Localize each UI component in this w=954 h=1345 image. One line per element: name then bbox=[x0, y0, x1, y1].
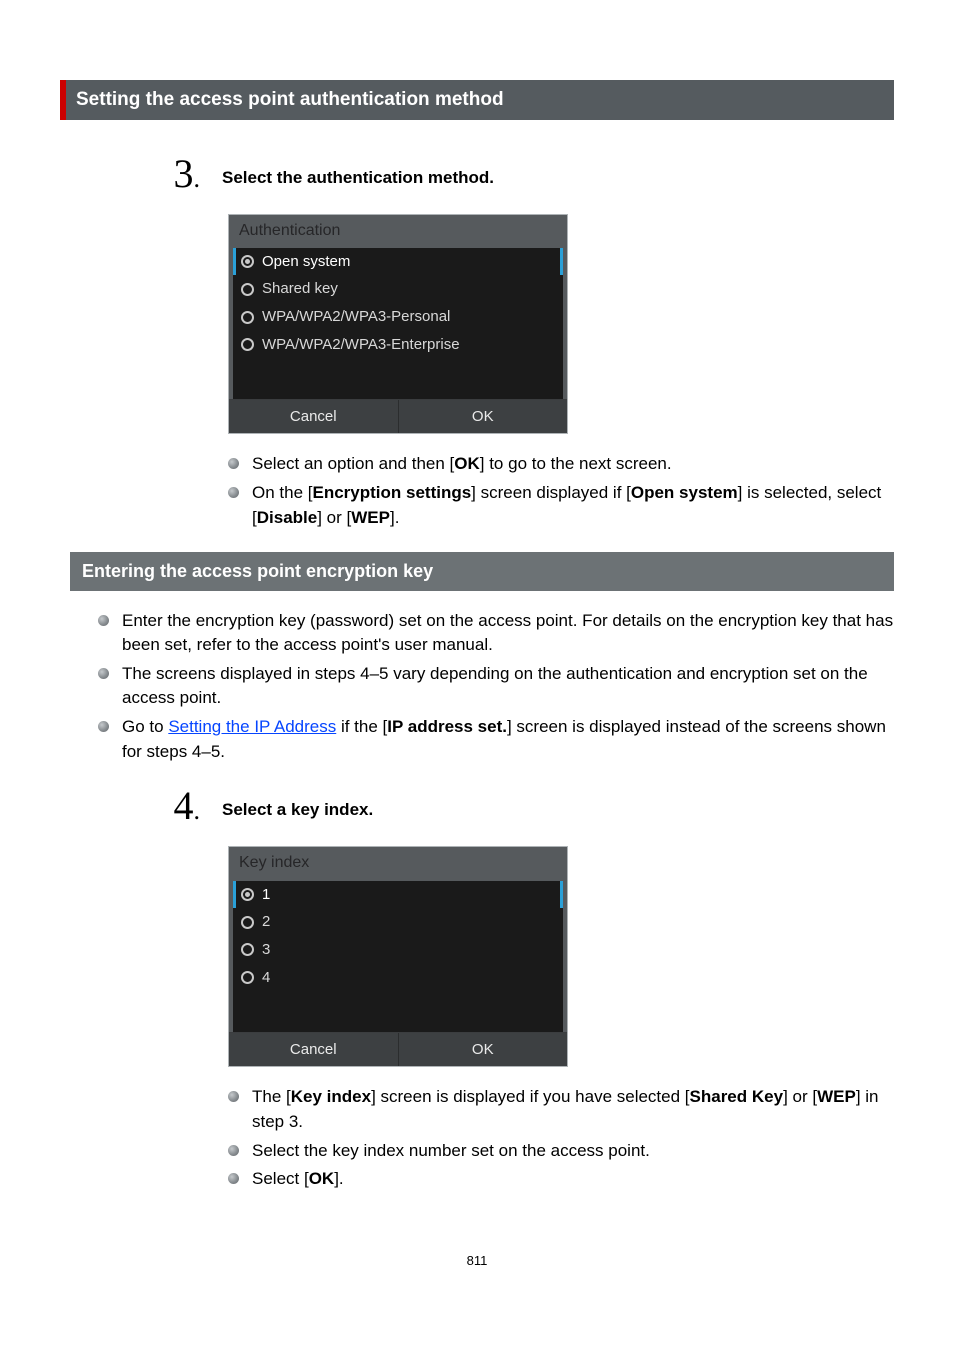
auth-option-enterprise[interactable]: WPA/WPA2/WPA3-Enterprise bbox=[233, 331, 563, 359]
step3-bullets: Select an option and then [OK] to go to … bbox=[228, 452, 894, 530]
link-setting-ip-address[interactable]: Setting the IP Address bbox=[168, 717, 336, 736]
key-index-option-4[interactable]: 4 bbox=[233, 964, 563, 992]
list-item: On the [Encryption settings] screen disp… bbox=[228, 481, 894, 530]
list-item: Enter the encryption key (password) set … bbox=[98, 609, 894, 658]
radio-icon bbox=[241, 943, 254, 956]
ok-button[interactable]: OK bbox=[398, 1033, 568, 1067]
step-number: 4. bbox=[170, 786, 200, 826]
step-title: Select a key index. bbox=[222, 792, 373, 823]
sub-heading-encryption-key: Entering the access point encryption key bbox=[70, 552, 894, 590]
radio-icon bbox=[241, 971, 254, 984]
key-index-option-2[interactable]: 2 bbox=[233, 908, 563, 936]
list-item: Select an option and then [OK] to go to … bbox=[228, 452, 894, 477]
key-index-option-1[interactable]: 1 bbox=[233, 881, 563, 909]
page-number: 811 bbox=[60, 1252, 894, 1271]
step-title: Select the authentication method. bbox=[222, 160, 494, 191]
option-label: Open system bbox=[262, 251, 350, 273]
auth-option-personal[interactable]: WPA/WPA2/WPA3-Personal bbox=[233, 303, 563, 331]
option-label: Shared key bbox=[262, 278, 338, 300]
radio-icon bbox=[241, 888, 254, 901]
option-label: 3 bbox=[262, 939, 270, 961]
radio-icon bbox=[241, 283, 254, 296]
step-number: 3. bbox=[170, 154, 200, 194]
cancel-button[interactable]: Cancel bbox=[229, 400, 398, 434]
list-item: Go to Setting the IP Address if the [IP … bbox=[98, 715, 894, 764]
ok-button[interactable]: OK bbox=[398, 400, 568, 434]
authentication-screenshot: Authentication Open system Shared key WP… bbox=[228, 214, 568, 435]
auth-option-shared[interactable]: Shared key bbox=[233, 275, 563, 303]
key-index-option-3[interactable]: 3 bbox=[233, 936, 563, 964]
auth-option-open[interactable]: Open system bbox=[233, 248, 563, 276]
screenshot-title: Authentication bbox=[229, 215, 567, 248]
intro-bullets: Enter the encryption key (password) set … bbox=[98, 609, 894, 765]
option-label: 1 bbox=[262, 884, 270, 906]
step-4: 4. Select a key index. bbox=[170, 792, 894, 832]
option-label: 4 bbox=[262, 967, 270, 989]
option-label: WPA/WPA2/WPA3-Enterprise bbox=[262, 334, 460, 356]
option-label: WPA/WPA2/WPA3-Personal bbox=[262, 306, 450, 328]
radio-icon bbox=[241, 916, 254, 929]
option-label: 2 bbox=[262, 911, 270, 933]
cancel-button[interactable]: Cancel bbox=[229, 1033, 398, 1067]
list-item: The screens displayed in steps 4–5 vary … bbox=[98, 662, 894, 711]
radio-icon bbox=[241, 311, 254, 324]
list-item: Select [OK]. bbox=[228, 1167, 894, 1192]
list-item: Select the key index number set on the a… bbox=[228, 1139, 894, 1164]
step-3: 3. Select the authentication method. bbox=[170, 160, 894, 200]
step4-bullets: The [Key index] screen is displayed if y… bbox=[228, 1085, 894, 1192]
screenshot-title: Key index bbox=[229, 847, 567, 880]
list-item: The [Key index] screen is displayed if y… bbox=[228, 1085, 894, 1134]
section-heading-auth: Setting the access point authentication … bbox=[60, 80, 894, 120]
key-index-screenshot: Key index 1 2 3 4 bbox=[228, 846, 568, 1067]
radio-icon bbox=[241, 255, 254, 268]
radio-icon bbox=[241, 338, 254, 351]
